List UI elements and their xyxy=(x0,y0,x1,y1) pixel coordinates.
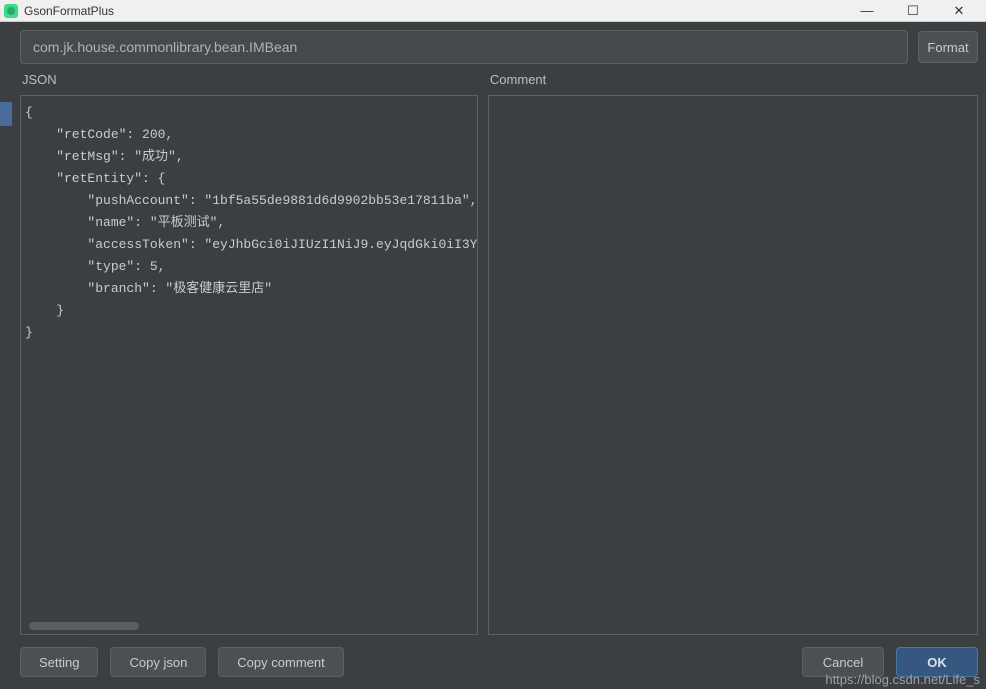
window-controls: — ☐ ✕ xyxy=(844,0,982,22)
ok-button[interactable]: OK xyxy=(896,647,978,677)
cancel-button[interactable]: Cancel xyxy=(802,647,884,677)
comment-text[interactable] xyxy=(489,96,977,108)
footer-row: Setting Copy json Copy comment Cancel OK xyxy=(20,647,978,681)
titlebar: GsonFormatPlus — ☐ ✕ xyxy=(0,0,986,22)
json-horizontal-scrollbar[interactable] xyxy=(29,622,139,630)
copy-comment-button[interactable]: Copy comment xyxy=(218,647,343,677)
close-button[interactable]: ✕ xyxy=(936,0,982,22)
top-row: Format xyxy=(20,30,978,64)
app-icon xyxy=(4,4,18,18)
maximize-button[interactable]: ☐ xyxy=(890,0,936,22)
json-editor[interactable]: { "retCode": 200, "retMsg": "成功", "retEn… xyxy=(20,95,478,635)
setting-button[interactable]: Setting xyxy=(20,647,98,677)
sidebar-edge xyxy=(0,22,12,689)
sidebar-highlight xyxy=(0,102,12,126)
class-path-input[interactable] xyxy=(20,30,908,64)
window-title: GsonFormatPlus xyxy=(24,4,844,18)
json-label: JSON xyxy=(20,72,478,91)
minimize-button[interactable]: — xyxy=(844,0,890,22)
copy-json-button[interactable]: Copy json xyxy=(110,647,206,677)
comment-editor[interactable] xyxy=(488,95,978,635)
labels-row: JSON Comment xyxy=(20,72,978,91)
format-button[interactable]: Format xyxy=(918,31,978,63)
comment-label: Comment xyxy=(478,72,978,91)
json-text[interactable]: { "retCode": 200, "retMsg": "成功", "retEn… xyxy=(21,96,477,350)
editors-row: { "retCode": 200, "retMsg": "成功", "retEn… xyxy=(20,95,978,635)
dialog-body: Format JSON Comment { "retCode": 200, "r… xyxy=(12,22,986,689)
